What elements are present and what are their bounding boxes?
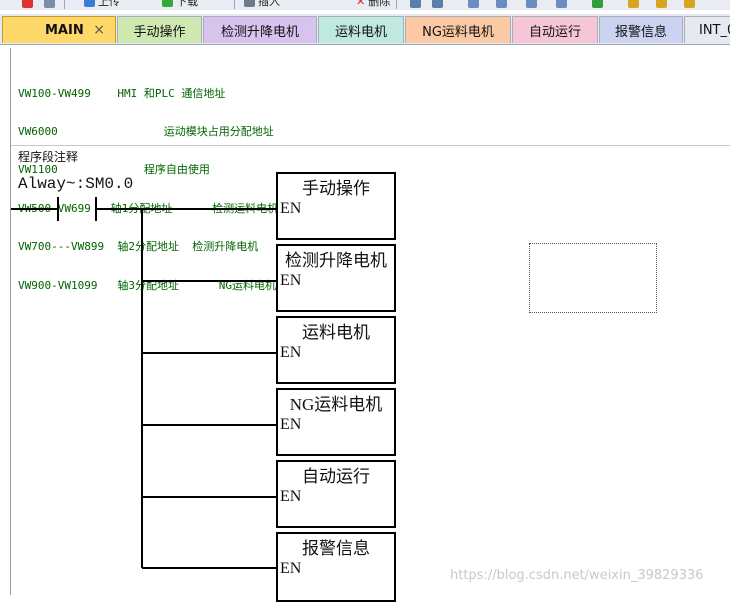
enable-input-label: EN xyxy=(280,272,302,289)
subroutine-call-alarm-info[interactable]: 报警信息 EN xyxy=(276,532,396,602)
subroutine-call-detection-lift-motor[interactable]: 检测升降电机 EN xyxy=(276,244,396,312)
watermark-text: https://blog.csdn.net/weixin_39829336 xyxy=(450,568,704,583)
subroutine-call-feeding-motor[interactable]: 运料电机 EN xyxy=(276,316,396,384)
enable-input-label: EN xyxy=(280,560,302,577)
enable-input-label: EN xyxy=(280,416,302,433)
selection-cursor-box[interactable] xyxy=(529,243,657,313)
enable-input-label: EN xyxy=(280,488,302,505)
block-title: 运料电机 xyxy=(302,323,370,342)
block-title: 报警信息 xyxy=(302,539,370,558)
block-title: 自动运行 xyxy=(302,467,370,486)
subroutine-call-auto-run[interactable]: 自动运行 EN xyxy=(276,460,396,528)
subroutine-call-manual-operation[interactable]: 手动操作 EN xyxy=(276,172,396,240)
block-title: NG运料电机 xyxy=(289,395,383,414)
enable-input-label: EN xyxy=(280,344,302,361)
block-title: 检测升降电机 xyxy=(285,251,387,270)
enable-input-label: EN xyxy=(280,200,302,217)
subroutine-call-ng-feeding-motor[interactable]: NG运料电机 EN xyxy=(276,388,396,456)
block-title: 手动操作 xyxy=(302,179,370,198)
